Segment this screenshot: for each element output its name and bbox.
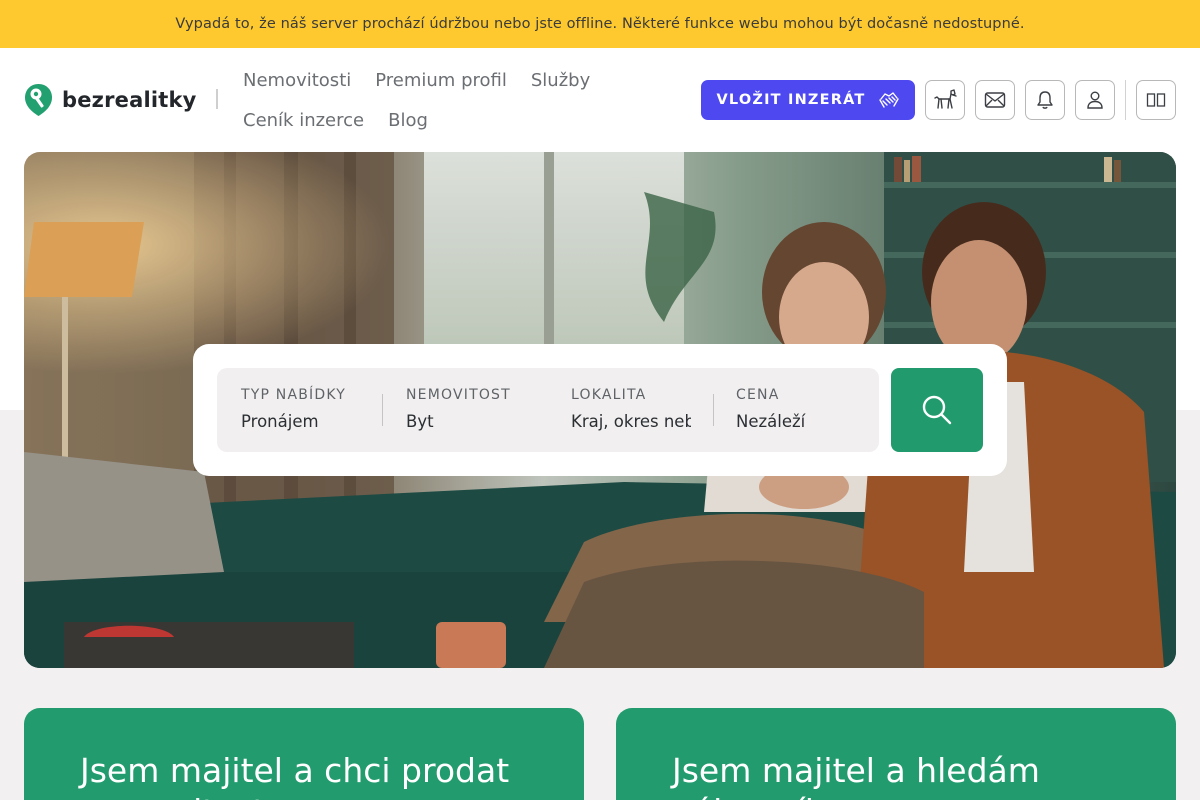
search-card: TYP NABÍDKY Pronájem NEMOVITOST Byt LOKA… [193,344,1007,476]
header-divider [1125,80,1126,120]
offline-banner-text: Vypadá to, že náš server prochází údržbo… [175,16,1025,32]
bell-icon [1037,91,1053,109]
field-divider [713,394,714,426]
account-button[interactable] [1075,80,1115,120]
property-type-value: Byt [406,412,434,431]
messages-button[interactable] [975,80,1015,120]
logo-divider [216,89,218,109]
add-listing-button[interactable]: VLOŽIT INZERÁT [701,80,915,120]
search-button[interactable] [891,368,983,452]
seller-card-title: Jsem majitel a chci prodat nemovitost [80,751,510,800]
search-icon [922,395,952,425]
field-divider [382,394,383,426]
price-label: CENA [736,387,780,403]
mail-icon [984,92,1006,108]
nav-item-sluzby[interactable]: Služby [531,70,590,91]
location-placeholder: Kraj, okres nebo obec [571,412,691,431]
price-value: Nezáleží [736,412,806,431]
search-fields: TYP NABÍDKY Pronájem NEMOVITOST Byt LOKA… [217,368,879,452]
site-header: bezrealitky Nemovitosti Premium profil S… [0,48,1200,152]
landlord-card-title: Jsem majitel a hledám nájemníka [672,751,1040,800]
logo[interactable]: bezrealitky [24,83,197,117]
location-input[interactable]: LOKALITA Kraj, okres nebo obec [571,368,691,452]
panel-icon [1146,93,1166,107]
offline-banner: Vypadá to, že náš server prochází údržbo… [0,0,1200,48]
property-type-label: NEMOVITOST [406,387,511,403]
pet-button[interactable] [925,80,965,120]
handshake-icon [878,92,899,108]
location-label: LOKALITA [571,387,647,403]
nav-item-cenik-inzerce[interactable]: Ceník inzerce [243,110,364,131]
offer-type-select[interactable]: TYP NABÍDKY Pronájem [241,368,381,452]
logo-text: bezrealitky [62,88,197,112]
nav-item-nemovitosti[interactable]: Nemovitosti [243,70,351,91]
main-nav: Nemovitosti Premium profil Služby Ceník … [243,60,683,140]
logo-pin-icon [25,84,52,116]
user-icon [1087,91,1103,109]
dog-icon [934,89,957,109]
nav-item-premium-profil[interactable]: Premium profil [375,70,507,91]
property-type-select[interactable]: NEMOVITOST Byt [406,368,546,452]
notifications-button[interactable] [1025,80,1065,120]
landlord-card[interactable]: Jsem majitel a hledám nájemníka [616,708,1176,800]
nav-item-blog[interactable]: Blog [388,110,428,131]
offer-type-label: TYP NABÍDKY [241,387,346,403]
price-select[interactable]: CENA Nezáleží [736,368,866,452]
add-listing-label: VLOŽIT INZERÁT [716,92,866,108]
menu-toggle-button[interactable] [1136,80,1176,120]
seller-card[interactable]: Jsem majitel a chci prodat nemovitost [24,708,584,800]
offer-type-value: Pronájem [241,412,319,431]
